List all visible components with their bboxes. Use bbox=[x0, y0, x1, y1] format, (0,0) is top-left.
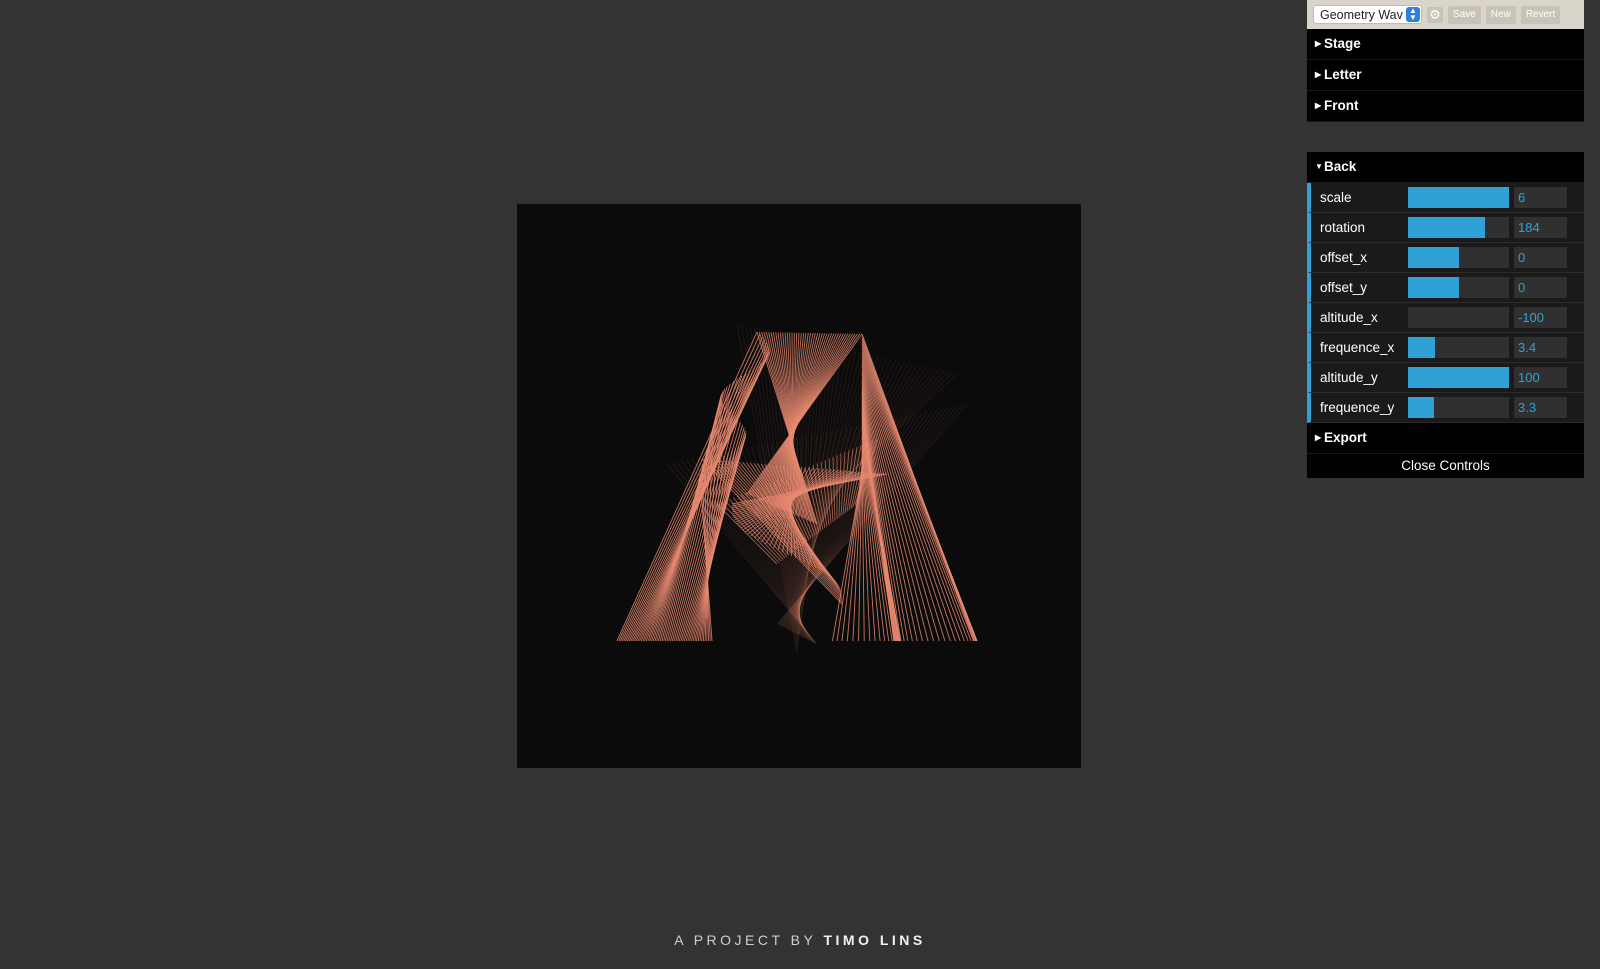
preset-bar: Geometry Wav ▲ ▼ ⚙ Save New Revert bbox=[1307, 0, 1584, 29]
control-row: altitude_x -100 bbox=[1307, 303, 1584, 333]
controls-panel: Geometry Wav ▲ ▼ ⚙ Save New Revert ▶ Stag… bbox=[1307, 0, 1584, 478]
control-slider[interactable] bbox=[1408, 367, 1509, 388]
control-row: rotation 184 bbox=[1307, 213, 1584, 243]
control-row: altitude_y 100 bbox=[1307, 363, 1584, 393]
control-slider[interactable] bbox=[1408, 397, 1509, 418]
control-slider[interactable] bbox=[1408, 187, 1509, 208]
folder-label: Letter bbox=[1324, 67, 1362, 82]
control-label: rotation bbox=[1320, 220, 1366, 235]
control-label: frequence_y bbox=[1320, 400, 1395, 415]
credit-line: A PROJECT BY TIMO LINS bbox=[0, 932, 1600, 948]
control-slider[interactable] bbox=[1408, 307, 1509, 328]
control-number-input[interactable]: 100 bbox=[1514, 367, 1567, 388]
select-arrows-icon: ▲ ▼ bbox=[1406, 7, 1420, 22]
slider-fill bbox=[1408, 217, 1485, 238]
control-number-input[interactable]: 3.4 bbox=[1514, 337, 1567, 358]
control-row: offset_x 0 bbox=[1307, 243, 1584, 273]
close-controls-button[interactable]: Close Controls bbox=[1307, 454, 1584, 478]
folder-label: Front bbox=[1324, 98, 1359, 113]
control-number-input[interactable]: 6 bbox=[1514, 187, 1567, 208]
slider-fill bbox=[1408, 277, 1459, 298]
folder-back[interactable]: ▼ Back bbox=[1307, 152, 1584, 183]
control-slider[interactable] bbox=[1408, 277, 1509, 298]
control-label: altitude_y bbox=[1320, 370, 1378, 385]
revert-button[interactable]: Revert bbox=[1520, 5, 1561, 24]
slider-fill bbox=[1408, 337, 1436, 358]
triangle-right-icon: ▶ bbox=[1315, 70, 1322, 79]
gear-icon[interactable]: ⚙ bbox=[1427, 6, 1443, 23]
slider-fill bbox=[1408, 247, 1459, 268]
preset-select[interactable]: Geometry Wav ▲ ▼ bbox=[1313, 5, 1422, 24]
control-slider[interactable] bbox=[1408, 337, 1509, 358]
slider-fill bbox=[1408, 187, 1509, 208]
panel-spacer bbox=[1307, 122, 1584, 152]
back-controls: scale 6 rotation 184 offset_x 0 offset_y… bbox=[1307, 183, 1584, 423]
control-number-input[interactable]: 184 bbox=[1514, 217, 1567, 238]
new-button[interactable]: New bbox=[1485, 5, 1516, 24]
control-slider[interactable] bbox=[1408, 247, 1509, 268]
control-number-input[interactable]: -100 bbox=[1514, 307, 1567, 328]
control-slider[interactable] bbox=[1408, 217, 1509, 238]
folder-label: Export bbox=[1324, 430, 1367, 445]
artwork-canvas bbox=[517, 204, 1081, 768]
slider-fill bbox=[1408, 367, 1509, 388]
triangle-right-icon: ▶ bbox=[1315, 39, 1322, 48]
triangle-right-icon: ▶ bbox=[1315, 433, 1322, 442]
credit-prefix: A PROJECT BY bbox=[674, 932, 817, 948]
folder-label: Back bbox=[1324, 159, 1357, 174]
folder-letter[interactable]: ▶ Letter bbox=[1307, 60, 1584, 91]
control-label: offset_y bbox=[1320, 280, 1368, 295]
save-button[interactable]: Save bbox=[1448, 5, 1481, 24]
folder-stage[interactable]: ▶ Stage bbox=[1307, 29, 1584, 60]
credit-author[interactable]: TIMO LINS bbox=[823, 932, 925, 948]
control-label: altitude_x bbox=[1320, 310, 1378, 325]
control-label: frequence_x bbox=[1320, 340, 1395, 355]
control-label: offset_x bbox=[1320, 250, 1368, 265]
control-row: frequence_x 3.4 bbox=[1307, 333, 1584, 363]
folder-label: Stage bbox=[1324, 36, 1361, 51]
preset-value: Geometry Wav bbox=[1320, 7, 1403, 22]
control-row: scale 6 bbox=[1307, 183, 1584, 213]
control-label: scale bbox=[1320, 190, 1352, 205]
slider-fill bbox=[1408, 397, 1435, 418]
folder-export[interactable]: ▶ Export bbox=[1307, 423, 1584, 454]
control-row: offset_y 0 bbox=[1307, 273, 1584, 303]
control-number-input[interactable]: 0 bbox=[1514, 277, 1567, 298]
control-number-input[interactable]: 3.3 bbox=[1514, 397, 1567, 418]
triangle-down-icon: ▼ bbox=[1315, 162, 1323, 171]
letter-a-wave-artwork bbox=[616, 323, 978, 655]
control-row: frequence_y 3.3 bbox=[1307, 393, 1584, 423]
control-number-input[interactable]: 0 bbox=[1514, 247, 1567, 268]
triangle-right-icon: ▶ bbox=[1315, 101, 1322, 110]
folder-front[interactable]: ▶ Front bbox=[1307, 91, 1584, 122]
